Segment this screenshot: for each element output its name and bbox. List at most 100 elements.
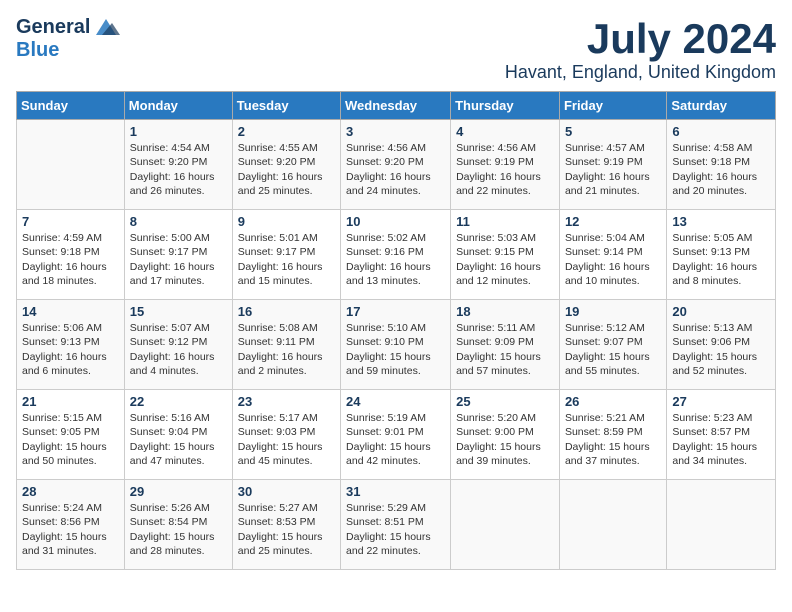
weekday-header-saturday: Saturday	[667, 92, 776, 120]
calendar-cell: 4 Sunrise: 4:56 AM Sunset: 9:19 PM Daylig…	[451, 120, 560, 210]
day-number: 30	[238, 484, 335, 499]
day-number: 18	[456, 304, 554, 319]
day-number: 15	[130, 304, 227, 319]
calendar-cell: 28 Sunrise: 5:24 AM Sunset: 8:56 PM Dayli…	[17, 480, 125, 570]
calendar-cell	[667, 480, 776, 570]
day-number: 12	[565, 214, 661, 229]
day-number: 23	[238, 394, 335, 409]
weekday-header-sunday: Sunday	[17, 92, 125, 120]
week-row-1: 1 Sunrise: 4:54 AM Sunset: 9:20 PM Daylig…	[17, 120, 776, 210]
calendar-cell: 11 Sunrise: 5:03 AM Sunset: 9:15 PM Dayli…	[451, 210, 560, 300]
calendar-cell	[451, 480, 560, 570]
calendar-cell: 10 Sunrise: 5:02 AM Sunset: 9:16 PM Dayli…	[341, 210, 451, 300]
day-number: 11	[456, 214, 554, 229]
weekday-header-friday: Friday	[559, 92, 666, 120]
day-content: Sunrise: 4:57 AM Sunset: 9:19 PM Dayligh…	[565, 141, 661, 198]
day-number: 10	[346, 214, 445, 229]
calendar-cell: 6Sunrise: 4:58 AM Sunset: 9:18 PM Daylig…	[667, 120, 776, 210]
day-number: 7	[22, 214, 119, 229]
calendar-cell	[17, 120, 125, 210]
weekday-header-monday: Monday	[124, 92, 232, 120]
day-content: Sunrise: 4:56 AM Sunset: 9:20 PM Dayligh…	[346, 141, 445, 198]
day-content: Sunrise: 5:10 AM Sunset: 9:10 PM Dayligh…	[346, 321, 445, 378]
calendar-cell: 5 Sunrise: 4:57 AM Sunset: 9:19 PM Daylig…	[559, 120, 666, 210]
calendar-cell: 7 Sunrise: 4:59 AM Sunset: 9:18 PM Daylig…	[17, 210, 125, 300]
day-number: 1	[130, 124, 227, 139]
day-content: Sunrise: 4:54 AM Sunset: 9:20 PM Dayligh…	[130, 141, 227, 198]
location-title: Havant, England, United Kingdom	[505, 62, 776, 83]
calendar-table: SundayMondayTuesdayWednesdayThursdayFrid…	[16, 91, 776, 570]
day-content: Sunrise: 4:59 AM Sunset: 9:18 PM Dayligh…	[22, 231, 119, 288]
calendar-cell: 18 Sunrise: 5:11 AM Sunset: 9:09 PM Dayli…	[451, 300, 560, 390]
day-content: Sunrise: 5:07 AM Sunset: 9:12 PM Dayligh…	[130, 321, 227, 378]
day-content: Sunrise: 5:20 AM Sunset: 9:00 PM Dayligh…	[456, 411, 554, 468]
day-number: 20	[672, 304, 770, 319]
calendar-cell: 19Sunrise: 5:12 AM Sunset: 9:07 PM Dayli…	[559, 300, 666, 390]
day-number: 8	[130, 214, 227, 229]
day-number: 21	[22, 394, 119, 409]
calendar-cell: 24Sunrise: 5:19 AM Sunset: 9:01 PM Dayli…	[341, 390, 451, 480]
day-number: 4	[456, 124, 554, 139]
day-content: Sunrise: 5:06 AM Sunset: 9:13 PM Dayligh…	[22, 321, 119, 378]
calendar-cell: 25 Sunrise: 5:20 AM Sunset: 9:00 PM Dayli…	[451, 390, 560, 480]
calendar-cell: 13Sunrise: 5:05 AM Sunset: 9:13 PM Dayli…	[667, 210, 776, 300]
day-content: Sunrise: 5:12 AM Sunset: 9:07 PM Dayligh…	[565, 321, 661, 378]
day-content: Sunrise: 5:26 AM Sunset: 8:54 PM Dayligh…	[130, 501, 227, 558]
logo: General Blue	[16, 16, 120, 62]
day-content: Sunrise: 4:56 AM Sunset: 9:19 PM Dayligh…	[456, 141, 554, 198]
calendar-cell: 27Sunrise: 5:23 AM Sunset: 8:57 PM Dayli…	[667, 390, 776, 480]
calendar-cell: 12 Sunrise: 5:04 AM Sunset: 9:14 PM Dayli…	[559, 210, 666, 300]
week-row-5: 28 Sunrise: 5:24 AM Sunset: 8:56 PM Dayli…	[17, 480, 776, 570]
day-number: 29	[130, 484, 227, 499]
day-content: Sunrise: 5:08 AM Sunset: 9:11 PM Dayligh…	[238, 321, 335, 378]
day-content: Sunrise: 5:27 AM Sunset: 8:53 PM Dayligh…	[238, 501, 335, 558]
day-number: 14	[22, 304, 119, 319]
day-number: 5	[565, 124, 661, 139]
day-content: Sunrise: 5:21 AM Sunset: 8:59 PM Dayligh…	[565, 411, 661, 468]
logo-blue-text: Blue	[16, 39, 59, 62]
calendar-cell: 21 Sunrise: 5:15 AM Sunset: 9:05 PM Dayli…	[17, 390, 125, 480]
day-content: Sunrise: 5:04 AM Sunset: 9:14 PM Dayligh…	[565, 231, 661, 288]
day-number: 2	[238, 124, 335, 139]
calendar-cell: 2 Sunrise: 4:55 AM Sunset: 9:20 PM Daylig…	[232, 120, 340, 210]
day-content: Sunrise: 5:02 AM Sunset: 9:16 PM Dayligh…	[346, 231, 445, 288]
day-number: 26	[565, 394, 661, 409]
day-content: Sunrise: 5:11 AM Sunset: 9:09 PM Dayligh…	[456, 321, 554, 378]
day-number: 13	[672, 214, 770, 229]
day-number: 6	[672, 124, 770, 139]
day-number: 16	[238, 304, 335, 319]
calendar-cell: 30 Sunrise: 5:27 AM Sunset: 8:53 PM Dayli…	[232, 480, 340, 570]
day-number: 25	[456, 394, 554, 409]
logo-general-text: General	[16, 16, 90, 39]
day-content: Sunrise: 4:55 AM Sunset: 9:20 PM Dayligh…	[238, 141, 335, 198]
calendar-cell: 15 Sunrise: 5:07 AM Sunset: 9:12 PM Dayli…	[124, 300, 232, 390]
day-number: 3	[346, 124, 445, 139]
day-content: Sunrise: 5:24 AM Sunset: 8:56 PM Dayligh…	[22, 501, 119, 558]
calendar-cell	[559, 480, 666, 570]
week-row-3: 14 Sunrise: 5:06 AM Sunset: 9:13 PM Dayli…	[17, 300, 776, 390]
weekday-header-tuesday: Tuesday	[232, 92, 340, 120]
calendar-cell: 16 Sunrise: 5:08 AM Sunset: 9:11 PM Dayli…	[232, 300, 340, 390]
day-content: Sunrise: 5:15 AM Sunset: 9:05 PM Dayligh…	[22, 411, 119, 468]
day-content: Sunrise: 5:16 AM Sunset: 9:04 PM Dayligh…	[130, 411, 227, 468]
day-content: Sunrise: 5:00 AM Sunset: 9:17 PM Dayligh…	[130, 231, 227, 288]
day-content: Sunrise: 5:19 AM Sunset: 9:01 PM Dayligh…	[346, 411, 445, 468]
day-content: Sunrise: 5:23 AM Sunset: 8:57 PM Dayligh…	[672, 411, 770, 468]
calendar-cell: 26 Sunrise: 5:21 AM Sunset: 8:59 PM Dayli…	[559, 390, 666, 480]
day-content: Sunrise: 5:01 AM Sunset: 9:17 PM Dayligh…	[238, 231, 335, 288]
day-number: 9	[238, 214, 335, 229]
calendar-cell: 3 Sunrise: 4:56 AM Sunset: 9:20 PM Daylig…	[341, 120, 451, 210]
weekday-header-thursday: Thursday	[451, 92, 560, 120]
title-area: July 2024 Havant, England, United Kingdo…	[505, 16, 776, 83]
day-number: 31	[346, 484, 445, 499]
calendar-cell: 20 Sunrise: 5:13 AM Sunset: 9:06 PM Dayli…	[667, 300, 776, 390]
day-content: Sunrise: 5:13 AM Sunset: 9:06 PM Dayligh…	[672, 321, 770, 378]
calendar-cell: 23 Sunrise: 5:17 AM Sunset: 9:03 PM Dayli…	[232, 390, 340, 480]
week-row-2: 7 Sunrise: 4:59 AM Sunset: 9:18 PM Daylig…	[17, 210, 776, 300]
day-content: Sunrise: 5:03 AM Sunset: 9:15 PM Dayligh…	[456, 231, 554, 288]
day-number: 28	[22, 484, 119, 499]
calendar-cell: 22Sunrise: 5:16 AM Sunset: 9:04 PM Dayli…	[124, 390, 232, 480]
calendar-cell: 17Sunrise: 5:10 AM Sunset: 9:10 PM Dayli…	[341, 300, 451, 390]
calendar-cell: 9 Sunrise: 5:01 AM Sunset: 9:17 PM Daylig…	[232, 210, 340, 300]
day-content: Sunrise: 5:17 AM Sunset: 9:03 PM Dayligh…	[238, 411, 335, 468]
